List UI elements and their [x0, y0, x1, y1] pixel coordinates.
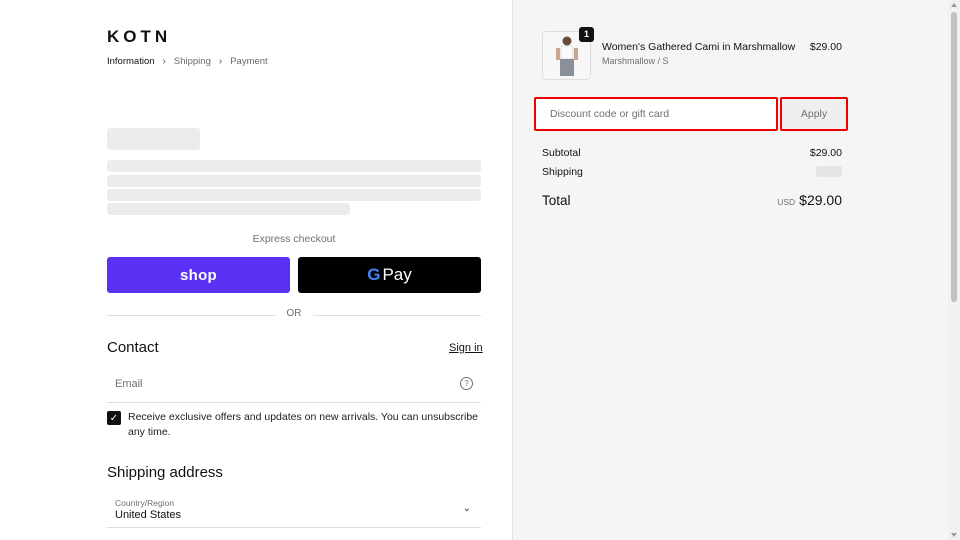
scrollbar-thumb[interactable] — [951, 12, 957, 302]
contact-heading: Contact — [107, 339, 159, 356]
scroll-down-arrow-icon[interactable] — [951, 533, 957, 537]
brand-logo[interactable]: KOTN — [107, 27, 171, 47]
breadcrumb: Information › Shipping › Payment — [107, 56, 268, 67]
chevron-down-icon: ⌄ — [462, 503, 471, 514]
email-placeholder: Email — [115, 378, 143, 390]
breadcrumb-shipping: Shipping — [173, 56, 211, 67]
email-field[interactable]: Email ? — [107, 367, 481, 403]
sign-in-link[interactable]: Sign in — [449, 342, 483, 354]
google-pay-label: Pay — [382, 265, 412, 284]
product-name: Women's Gathered Cami in Marshmallow — [602, 41, 796, 53]
subtotal-label: Subtotal — [542, 147, 581, 159]
or-label: OR — [286, 308, 302, 319]
total-label: Total — [542, 193, 571, 208]
express-checkout-label: Express checkout — [252, 233, 336, 245]
loading-placeholder — [107, 128, 200, 150]
country-label: Country/Region — [115, 498, 175, 508]
offers-checkbox-label: Receive exclusive offers and updates on … — [128, 411, 479, 438]
page-scrollbar[interactable] — [948, 0, 960, 540]
loading-placeholder — [107, 203, 350, 215]
shop-pay-button[interactable]: shop — [107, 257, 290, 293]
product-variant: Marshmallow / S — [602, 56, 669, 66]
or-divider: OR — [107, 308, 481, 322]
country-value: United States — [115, 509, 182, 521]
google-g-icon: G — [367, 265, 381, 284]
shipping-cost-placeholder — [816, 166, 842, 177]
checkout-main-panel: KOTN Information › Shipping › Payment Ex… — [0, 0, 512, 540]
loading-placeholder — [107, 189, 481, 201]
breadcrumb-payment: Payment — [230, 56, 268, 67]
chevron-right-icon: › — [162, 56, 166, 67]
apply-discount-button[interactable]: Apply — [780, 97, 848, 131]
discount-code-input[interactable]: Discount code or gift card — [534, 97, 778, 131]
subtotal-value: $29.00 — [809, 147, 842, 159]
discount-placeholder: Discount code or gift card — [550, 108, 670, 120]
total-value-group: USD $29.00 — [740, 192, 842, 210]
breadcrumb-information[interactable]: Information — [107, 56, 155, 67]
total-amount: $29.00 — [799, 192, 842, 208]
loading-placeholder — [107, 175, 481, 187]
country-select[interactable]: Country/Region United States ⌄ — [107, 493, 481, 528]
total-currency: USD — [777, 197, 796, 207]
shipping-label: Shipping — [542, 166, 583, 178]
scroll-up-arrow-icon[interactable] — [951, 3, 957, 7]
shop-pay-logo: shop — [179, 266, 218, 284]
quantity-badge: 1 — [579, 27, 594, 42]
order-summary-panel — [512, 0, 948, 540]
loading-placeholder — [107, 160, 481, 172]
offers-checkbox-row[interactable]: ✓ Receive exclusive offers and updates o… — [107, 410, 481, 439]
offers-checkbox[interactable]: ✓ — [107, 411, 121, 425]
shipping-address-heading: Shipping address — [107, 464, 223, 481]
help-icon[interactable]: ? — [460, 377, 473, 390]
google-pay-button[interactable]: G Pay — [298, 257, 481, 293]
product-price: $29.00 — [809, 41, 842, 53]
chevron-right-icon: › — [218, 56, 223, 67]
